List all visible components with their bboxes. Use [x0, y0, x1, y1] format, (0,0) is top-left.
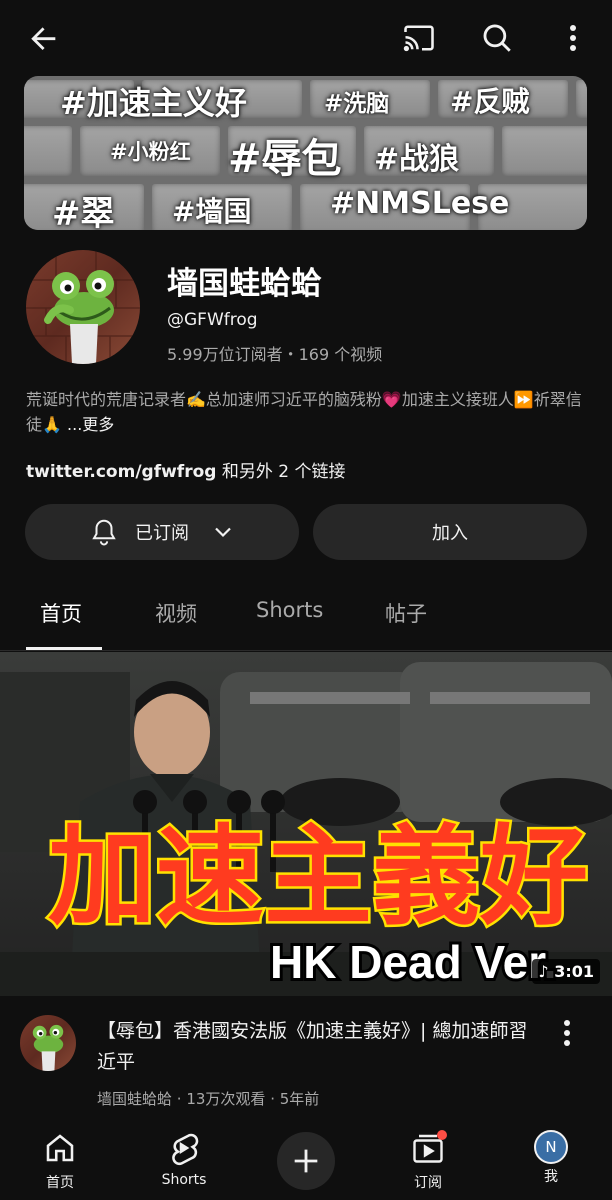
video-channel-name: 墙国蛙蛤蛤 — [97, 1090, 173, 1108]
banner-tag-wall-country: #墙国 — [172, 195, 252, 228]
banner-tag-insult: #辱包 — [228, 136, 342, 182]
tab-posts[interactable]: 帖子 — [385, 598, 427, 628]
create-button[interactable] — [277, 1132, 335, 1190]
channel-links[interactable]: twitter.com/gfwfrog 和另外 2 个链接 — [26, 457, 345, 482]
subscribed-label: 已订阅 — [135, 523, 189, 544]
video-duration: 3:01 — [554, 962, 594, 981]
video-more-icon[interactable] — [552, 1016, 582, 1050]
nav-subscriptions[interactable]: 订阅 — [388, 1130, 468, 1192]
banner-tag-cui: #翠 — [52, 194, 115, 230]
tab-home[interactable]: 首页 — [40, 598, 82, 628]
bell-icon — [92, 519, 116, 546]
shorts-icon — [172, 1133, 199, 1166]
more-links-text: 和另外 2 个链接 — [216, 462, 346, 482]
video-age: 5年前 — [279, 1090, 320, 1108]
channel-description[interactable]: 荒诞时代的荒唐记录者✍️总加速师习近平的脑残粉💗加速主义接班人⏩祈翠信徒🙏 ..… — [26, 387, 596, 437]
meta-separator: · — [265, 1090, 280, 1108]
thumbnail-image: 加速主義好 HK Dead Ver. — [0, 652, 612, 996]
bottom-navigation: 首页 Shorts 订阅 N 我 — [0, 1120, 612, 1200]
account-avatar-letter: N — [545, 1138, 557, 1156]
join-label: 加入 — [432, 523, 468, 544]
twitter-link[interactable]: twitter.com/gfwfrog — [26, 462, 216, 482]
channel-avatar[interactable] — [26, 250, 140, 364]
video-duration-badge: ♪ 3:01 — [532, 959, 600, 984]
nav-subscriptions-label: 订阅 — [414, 1175, 442, 1191]
banner-tag-rebel: #反贼 — [450, 85, 530, 118]
more-link[interactable]: ...更多 — [62, 415, 114, 434]
video-title[interactable]: 【辱包】香港國安法版《加速主義好》| 總加速師習近平 — [97, 1016, 537, 1078]
channel-stats: 5.99万位订阅者・169 个视频 — [167, 345, 383, 364]
nav-home[interactable]: 首页 — [20, 1130, 100, 1192]
channel-banner: #加速主义好 #洗脑 #反贼 #小粉红 #辱包 #战狼 #翠 #墙国 #NMSL… — [24, 76, 587, 230]
nav-you-label: 我 — [544, 1169, 558, 1185]
home-icon — [46, 1134, 74, 1162]
plus-icon — [294, 1149, 318, 1173]
subscribed-button[interactable]: 已订阅 — [25, 504, 299, 560]
channel-handle: @GFWfrog — [167, 310, 258, 330]
banner-tag-nmslese: #NMSLese — [330, 186, 510, 221]
banner-tag-wolf-warrior: #战狼 — [374, 142, 460, 177]
meta-separator: · — [172, 1090, 187, 1108]
music-note-icon: ♪ — [538, 962, 549, 981]
frog-avatar-icon — [32, 1024, 64, 1071]
banner-tag-little-pink: #小粉红 — [110, 140, 191, 164]
nav-shorts-label: Shorts — [161, 1172, 207, 1188]
banner-tag-brainwash: #洗脑 — [324, 91, 390, 117]
search-icon[interactable] — [477, 18, 517, 58]
more-vert-icon[interactable] — [553, 18, 593, 58]
banner-tag-accelerationism: #加速主义好 — [60, 84, 247, 122]
thumbnail-headline: 加速主義好 — [48, 815, 588, 940]
nav-shorts[interactable]: Shorts — [144, 1130, 224, 1188]
notification-dot — [437, 1130, 447, 1140]
nav-you[interactable]: N 我 — [511, 1130, 591, 1186]
frog-avatar-icon — [26, 250, 140, 364]
account-avatar: N — [534, 1130, 568, 1164]
cast-icon[interactable] — [399, 18, 439, 58]
nav-home-label: 首页 — [46, 1175, 74, 1191]
chevron-down-icon — [215, 527, 231, 538]
video-thumbnail[interactable]: 加速主義好 HK Dead Ver. ♪ 3:01 — [0, 652, 612, 996]
thumbnail-subtext: HK Dead Ver. — [270, 936, 556, 988]
channel-name: 墙国蛙蛤蛤 — [167, 266, 322, 302]
top-app-bar — [0, 0, 612, 76]
active-tab-indicator — [26, 647, 102, 650]
video-channel-avatar[interactable] — [20, 1015, 76, 1071]
join-button[interactable]: 加入 — [313, 504, 587, 560]
tab-shorts[interactable]: Shorts — [256, 598, 323, 622]
video-meta: 墙国蛙蛤蛤 · 13万次观看 · 5年前 — [97, 1088, 319, 1109]
back-arrow-icon[interactable] — [24, 18, 64, 58]
channel-tabs: 首页 视频 Shorts 帖子 — [0, 584, 612, 651]
tab-videos[interactable]: 视频 — [155, 598, 197, 628]
video-views: 13万次观看 — [186, 1090, 266, 1108]
